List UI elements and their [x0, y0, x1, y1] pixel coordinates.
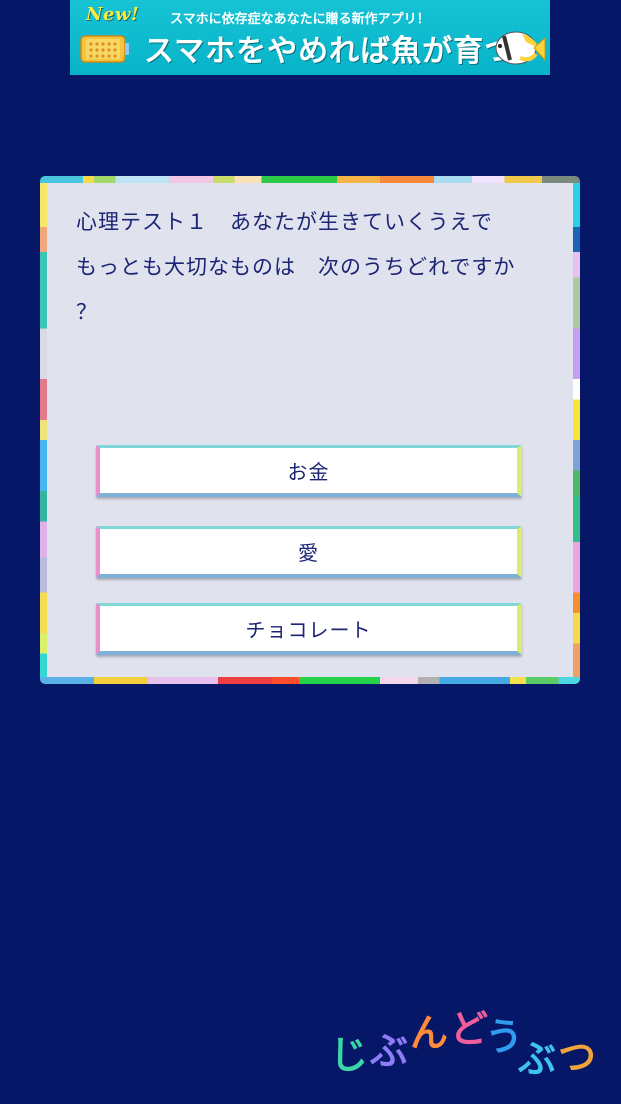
logo-char: ぶ — [518, 1037, 557, 1081]
logo-char: ぶ — [370, 1029, 409, 1073]
answer-button-love[interactable]: 愛 — [96, 526, 522, 578]
ad-subtitle: スマホに依存症なあなたに贈る新作アプリ！ — [170, 12, 430, 27]
logo-char: つ — [558, 1035, 597, 1079]
fish-icon — [495, 31, 546, 65]
logo-char: ん — [410, 1011, 449, 1055]
phone-icon — [80, 35, 129, 63]
ad-new-label: New! — [86, 4, 140, 25]
logo-char: ど — [450, 1007, 489, 1051]
answer-button-chocolate[interactable]: チョコレート — [96, 603, 522, 655]
answer-button-money[interactable]: お金 — [96, 445, 522, 497]
ad-banner[interactable]: New! スマホに依存症なあなたに贈る新作アプリ！ スマホをやめれば魚が育つ — [70, 0, 550, 75]
logo-char: じ — [330, 1033, 369, 1077]
quiz-card: 心理テスト１ あなたが生きていくうえで もっとも大切なものは 次のうちどれですか… — [40, 176, 580, 684]
ad-headline: スマホをやめれば魚が育つ — [144, 34, 516, 69]
question-text: 心理テスト１ あなたが生きていくうえで もっとも大切なものは 次のうちどれですか… — [76, 210, 516, 324]
app-logo: じ ぶ ん ど う ぶ つ — [330, 1010, 610, 1090]
